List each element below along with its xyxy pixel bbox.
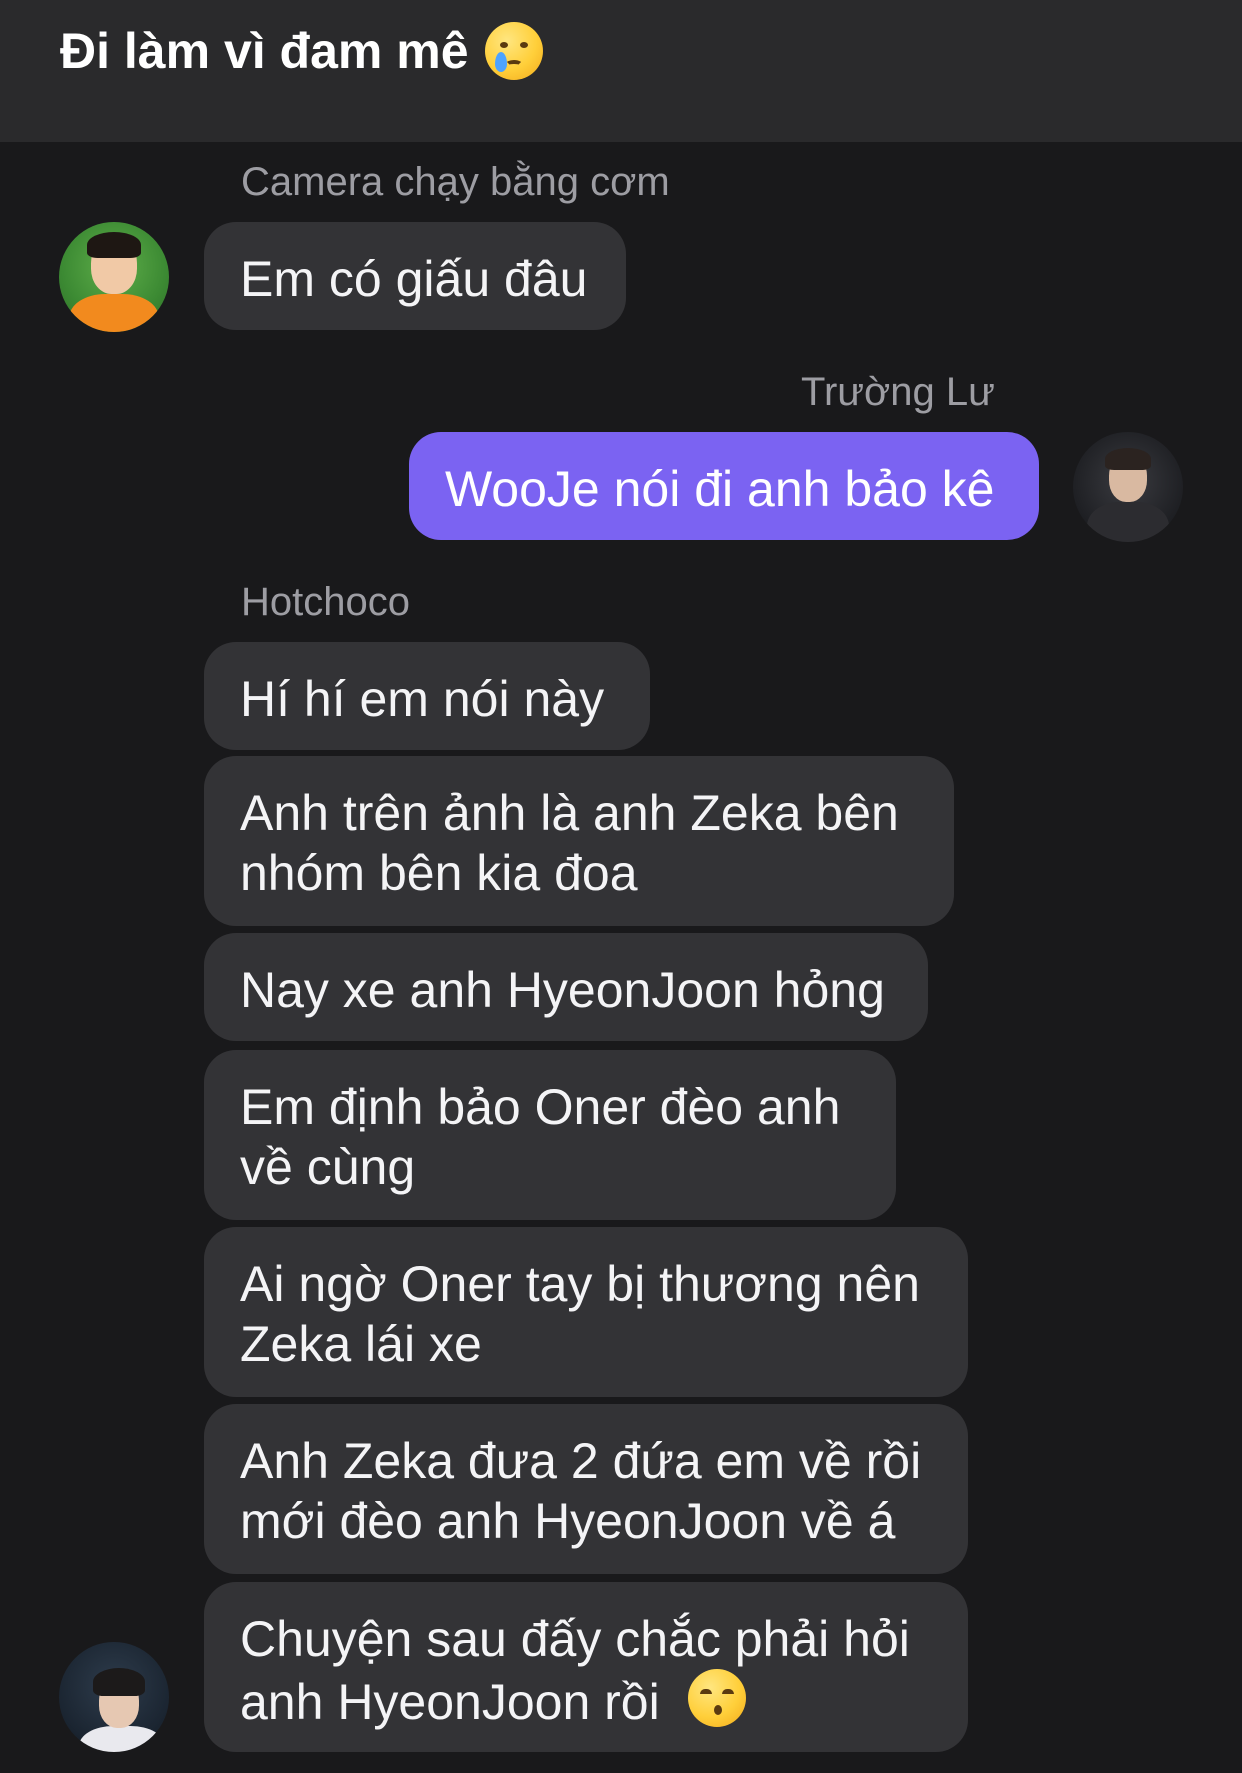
message-text-line: mới đèo anh HyeonJoon về á [240, 1493, 896, 1549]
avatar[interactable] [59, 222, 169, 332]
message-text-line: Anh trên ảnh là anh Zeka bên [240, 785, 899, 841]
my-message-bubble[interactable]: WooJe nói đi anh bảo kê [409, 432, 1039, 540]
message-bubble[interactable]: Em có giấu đâu [204, 222, 626, 330]
chat-title[interactable]: Đi làm vì đam mê [60, 22, 543, 80]
crying-face-icon [484, 22, 543, 80]
avatar[interactable] [1073, 432, 1183, 542]
message-text-line: Em định bảo Oner đèo anh [240, 1079, 841, 1135]
avatar[interactable] [59, 1642, 169, 1752]
message-text-line: Zeka lái xe [240, 1316, 482, 1372]
message-text-line: anh HyeonJoon rồi [240, 1674, 660, 1730]
message-bubble[interactable]: Nay xe anh HyeonJoon hỏng [204, 933, 928, 1041]
message-bubble[interactable]: Hí hí em nói này [204, 642, 650, 750]
message-text-line-with-emoji: anh HyeonJoon rồi [240, 1669, 932, 1732]
message-text-line: nhóm bên kia đoa [240, 845, 638, 901]
sender-name: Camera chạy bằng cơm [241, 160, 670, 204]
message-text: WooJe nói đi anh bảo kê [445, 461, 995, 517]
chat-header: Đi làm vì đam mê [0, 0, 1242, 142]
message-bubble[interactable]: Ai ngờ Oner tay bị thương nên Zeka lái x… [204, 1227, 968, 1397]
sender-name: Trường Lư [801, 370, 995, 414]
message-text-line: Ai ngờ Oner tay bị thương nên [240, 1256, 920, 1312]
message-bubble[interactable]: Em định bảo Oner đèo anh về cùng [204, 1050, 896, 1220]
message-text-line: về cùng [240, 1139, 416, 1195]
message-text: Em có giấu đâu [240, 251, 588, 307]
message-bubble[interactable]: Anh Zeka đưa 2 đứa em về rồi mới đèo anh… [204, 1404, 968, 1574]
kissing-face-icon [687, 1669, 746, 1727]
sender-name: Hotchoco [241, 580, 410, 624]
message-text: Nay xe anh HyeonJoon hỏng [240, 962, 885, 1018]
message-text-line: Anh Zeka đưa 2 đứa em về rồi [240, 1433, 922, 1489]
message-text-line: Chuyện sau đấy chắc phải hỏi [240, 1611, 910, 1667]
message-bubble[interactable]: Anh trên ảnh là anh Zeka bên nhóm bên ki… [204, 756, 954, 926]
message-text: Hí hí em nói này [240, 671, 605, 727]
chat-title-text: Đi làm vì đam mê [60, 23, 469, 79]
message-bubble[interactable]: Chuyện sau đấy chắc phải hỏi anh HyeonJo… [204, 1582, 968, 1752]
